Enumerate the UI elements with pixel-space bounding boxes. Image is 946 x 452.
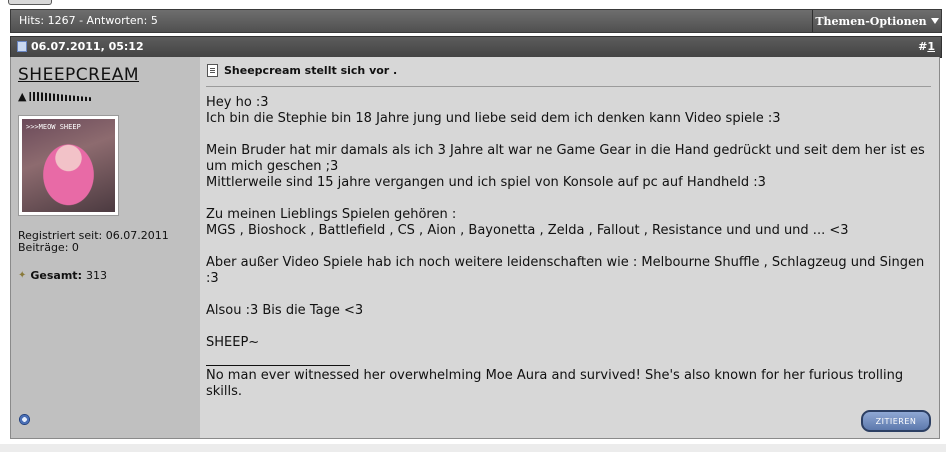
thread-options-label: Themen-Optionen bbox=[815, 14, 927, 28]
post-body: Hey ho :3 Ich bin die Stephie bin 18 Jah… bbox=[206, 95, 931, 400]
username-link[interactable]: SHEEPCREAM bbox=[18, 65, 139, 85]
user-rank: ▲ bbox=[18, 90, 92, 103]
post-date: 06.07.2011, 05:12 bbox=[17, 40, 144, 53]
post-title: Sheepcream stellt sich vor . bbox=[207, 64, 397, 77]
user-info: Registriert seit: 06.07.2011 Beiträge: 0 bbox=[18, 230, 169, 254]
page-footer-strip bbox=[0, 444, 946, 452]
chevron-down-icon bbox=[930, 18, 939, 24]
post-paragraph: SHEEP~ bbox=[206, 335, 260, 350]
avatar-caption: >>>MEOW SHEEP bbox=[26, 123, 81, 131]
post-paragraph: Zu meinen Lieblings Spielen gehören : MG… bbox=[206, 207, 849, 238]
online-status-icon[interactable] bbox=[19, 414, 30, 425]
avatar-image: >>>MEOW SHEEP bbox=[22, 119, 115, 212]
post-paragraph: Alsou :3 Bis die Tage <3 bbox=[206, 303, 364, 318]
thread-options-button[interactable]: Themen-Optionen bbox=[812, 10, 941, 32]
quote-button[interactable]: ZITIEREN bbox=[861, 410, 931, 432]
post-date-text: 06.07.2011, 05:12 bbox=[31, 40, 144, 53]
top-tab-stub bbox=[8, 0, 52, 5]
post-paragraph: Mein Bruder hat mir damals als ich 3 Jah… bbox=[206, 143, 925, 190]
post-paragraph: Hey ho :3 Ich bin die Stephie bin 18 Jah… bbox=[206, 95, 781, 126]
stars-icon: ✦ bbox=[18, 270, 27, 281]
post-title-text: Sheepcream stellt sich vor . bbox=[224, 64, 398, 77]
signature-divider bbox=[206, 365, 350, 366]
rank-bar bbox=[29, 92, 92, 101]
user-sidebar: SHEEPCREAM ▲ >>>MEOW SHEEP Registriert s… bbox=[10, 57, 200, 439]
document-icon bbox=[17, 41, 27, 52]
post-number: #1 bbox=[918, 40, 935, 53]
thread-stats: Hits: 1267 - Antworten: 5 bbox=[19, 14, 158, 27]
user-total: ✦ Gesamt: 313 bbox=[18, 269, 107, 282]
trophy-icon: ▲ bbox=[18, 90, 27, 103]
post-count: Beiträge: 0 bbox=[18, 241, 79, 254]
note-icon bbox=[207, 64, 218, 77]
post-number-link[interactable]: 1 bbox=[927, 40, 935, 53]
signature: No man ever witnessed her overwhelming M… bbox=[206, 368, 904, 399]
post-header: 06.07.2011, 05:12 #1 bbox=[10, 36, 942, 58]
title-divider bbox=[206, 86, 931, 87]
post-paragraph: Aber außer Video Spiele hab ich noch wei… bbox=[206, 255, 925, 286]
post-number-prefix: # bbox=[918, 40, 928, 53]
thread-toolbar: Hits: 1267 - Antworten: 5 Themen-Optione… bbox=[10, 9, 942, 33]
post-content: Sheepcream stellt sich vor . Hey ho :3 I… bbox=[200, 57, 940, 439]
avatar[interactable]: >>>MEOW SHEEP bbox=[18, 115, 119, 216]
total-label: Gesamt: bbox=[30, 269, 82, 282]
total-value: 313 bbox=[85, 269, 107, 282]
